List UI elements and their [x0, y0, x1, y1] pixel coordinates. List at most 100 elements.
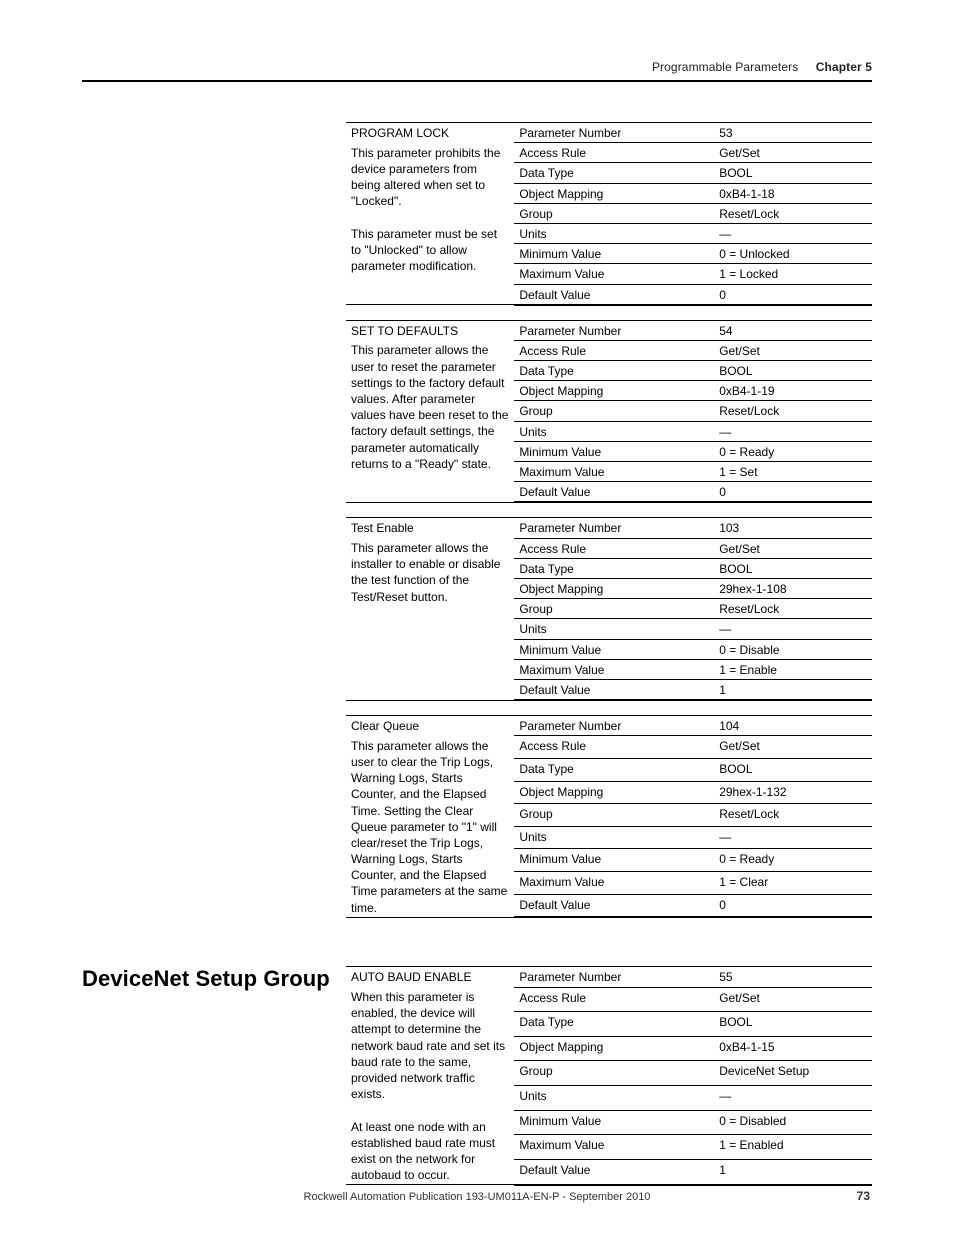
- property-label: Parameter Number: [514, 518, 714, 538]
- parameter-table: SET TO DEFAULTSParameter Number54 This pa…: [346, 320, 872, 504]
- property-value: 1 = Enable: [714, 659, 872, 679]
- property-value: BOOL: [714, 558, 872, 578]
- parameter-name: Test Enable: [346, 518, 514, 538]
- property-value: DeviceNet Setup: [714, 1061, 872, 1086]
- property-value: Get/Set: [714, 340, 872, 360]
- property-label: Object Mapping: [514, 578, 714, 598]
- property-label: Parameter Number: [514, 320, 714, 340]
- property-label: Default Value: [514, 482, 714, 503]
- property-value: 1 = Clear: [714, 872, 872, 895]
- property-value: 55: [714, 967, 872, 987]
- property-label: Data Type: [514, 163, 714, 183]
- property-value: 0xB4-1-18: [714, 183, 872, 203]
- parameter-table: AUTO BAUD ENABLEParameter Number55 When t…: [346, 966, 872, 1185]
- property-label: Group: [514, 1061, 714, 1086]
- property-value: 0xB4-1-15: [714, 1036, 872, 1061]
- property-value: —: [714, 421, 872, 441]
- property-label: Maximum Value: [514, 1135, 714, 1160]
- property-label: Default Value: [514, 284, 714, 305]
- property-value: 103: [714, 518, 872, 538]
- property-label: Group: [514, 401, 714, 421]
- parameter-table: Test EnableParameter Number103This param…: [346, 517, 872, 701]
- property-label: Data Type: [514, 758, 714, 781]
- property-value: 1 = Locked: [714, 264, 872, 284]
- property-value: 1 = Enabled: [714, 1135, 872, 1160]
- property-value: Reset/Lock: [714, 203, 872, 223]
- property-value: 1 = Set: [714, 462, 872, 482]
- property-label: Units: [514, 223, 714, 243]
- property-label: Object Mapping: [514, 381, 714, 401]
- property-label: Group: [514, 203, 714, 223]
- property-value: 0 = Ready: [714, 849, 872, 872]
- property-label: Object Mapping: [514, 781, 714, 804]
- property-value: 104: [714, 716, 872, 736]
- parameter-name: AUTO BAUD ENABLE: [346, 967, 514, 987]
- property-value: 0: [714, 482, 872, 503]
- parameter-name: SET TO DEFAULTS: [346, 320, 514, 340]
- property-label: Minimum Value: [514, 441, 714, 461]
- property-value: Reset/Lock: [714, 401, 872, 421]
- property-value: 0 = Disable: [714, 639, 872, 659]
- property-label: Access Rule: [514, 987, 714, 1012]
- property-label: Group: [514, 804, 714, 827]
- running-header-section: Programmable Parameters: [652, 60, 798, 74]
- property-value: BOOL: [714, 163, 872, 183]
- property-value: 0xB4-1-19: [714, 381, 872, 401]
- footer-page-number: 73: [857, 1189, 870, 1203]
- property-label: Maximum Value: [514, 462, 714, 482]
- property-value: 0 = Unlocked: [714, 244, 872, 264]
- property-label: Group: [514, 599, 714, 619]
- property-label: Minimum Value: [514, 849, 714, 872]
- property-value: Get/Set: [714, 987, 872, 1012]
- parameter-name: PROGRAM LOCK: [346, 123, 514, 143]
- property-label: Parameter Number: [514, 123, 714, 143]
- parameter-description: This parameter allows the user to reset …: [346, 340, 514, 502]
- parameter-description: This parameter prohibits the device para…: [346, 143, 514, 305]
- property-value: Reset/Lock: [714, 804, 872, 827]
- property-value: 1: [714, 1159, 872, 1184]
- parameter-description: When this parameter is enabled, the devi…: [346, 987, 514, 1185]
- property-label: Default Value: [514, 679, 714, 700]
- property-label: Access Rule: [514, 143, 714, 163]
- property-label: Units: [514, 421, 714, 441]
- property-label: Data Type: [514, 558, 714, 578]
- property-value: 0: [714, 894, 872, 917]
- property-label: Default Value: [514, 894, 714, 917]
- property-value: 29hex-1-132: [714, 781, 872, 804]
- property-label: Data Type: [514, 361, 714, 381]
- running-header-chapter: Chapter 5: [816, 60, 872, 74]
- property-value: 29hex-1-108: [714, 578, 872, 598]
- property-value: —: [714, 619, 872, 639]
- property-value: —: [714, 223, 872, 243]
- property-label: Minimum Value: [514, 1110, 714, 1135]
- parameter-table: Clear QueueParameter Number104 This param…: [346, 715, 872, 918]
- property-value: 0: [714, 284, 872, 305]
- property-label: Parameter Number: [514, 967, 714, 987]
- parameter-table: PROGRAM LOCKParameter Number53 This param…: [346, 122, 872, 306]
- section-title-devicenet-setup: DeviceNet Setup Group: [82, 966, 346, 992]
- property-label: Object Mapping: [514, 1036, 714, 1061]
- parameter-tables-devicenet: AUTO BAUD ENABLEParameter Number55 When t…: [346, 966, 872, 1199]
- running-header: Programmable Parameters Chapter 5: [82, 60, 872, 82]
- parameter-tables-top: PROGRAM LOCKParameter Number53This param…: [346, 122, 872, 918]
- footer-publication: Rockwell Automation Publication 193-UM01…: [0, 1191, 954, 1203]
- property-label: Units: [514, 1086, 714, 1111]
- property-value: —: [714, 1086, 872, 1111]
- property-value: Get/Set: [714, 538, 872, 558]
- property-label: Minimum Value: [514, 639, 714, 659]
- property-value: —: [714, 826, 872, 849]
- parameter-name: Clear Queue: [346, 716, 514, 736]
- property-label: Maximum Value: [514, 659, 714, 679]
- property-label: Maximum Value: [514, 264, 714, 284]
- property-value: 54: [714, 320, 872, 340]
- property-value: 53: [714, 123, 872, 143]
- property-label: Data Type: [514, 1012, 714, 1037]
- property-label: Access Rule: [514, 538, 714, 558]
- property-label: Minimum Value: [514, 244, 714, 264]
- property-label: Units: [514, 826, 714, 849]
- parameter-description: This parameter allows the user to clear …: [346, 736, 514, 918]
- property-label: Parameter Number: [514, 716, 714, 736]
- property-label: Access Rule: [514, 736, 714, 759]
- property-label: Access Rule: [514, 340, 714, 360]
- property-value: BOOL: [714, 1012, 872, 1037]
